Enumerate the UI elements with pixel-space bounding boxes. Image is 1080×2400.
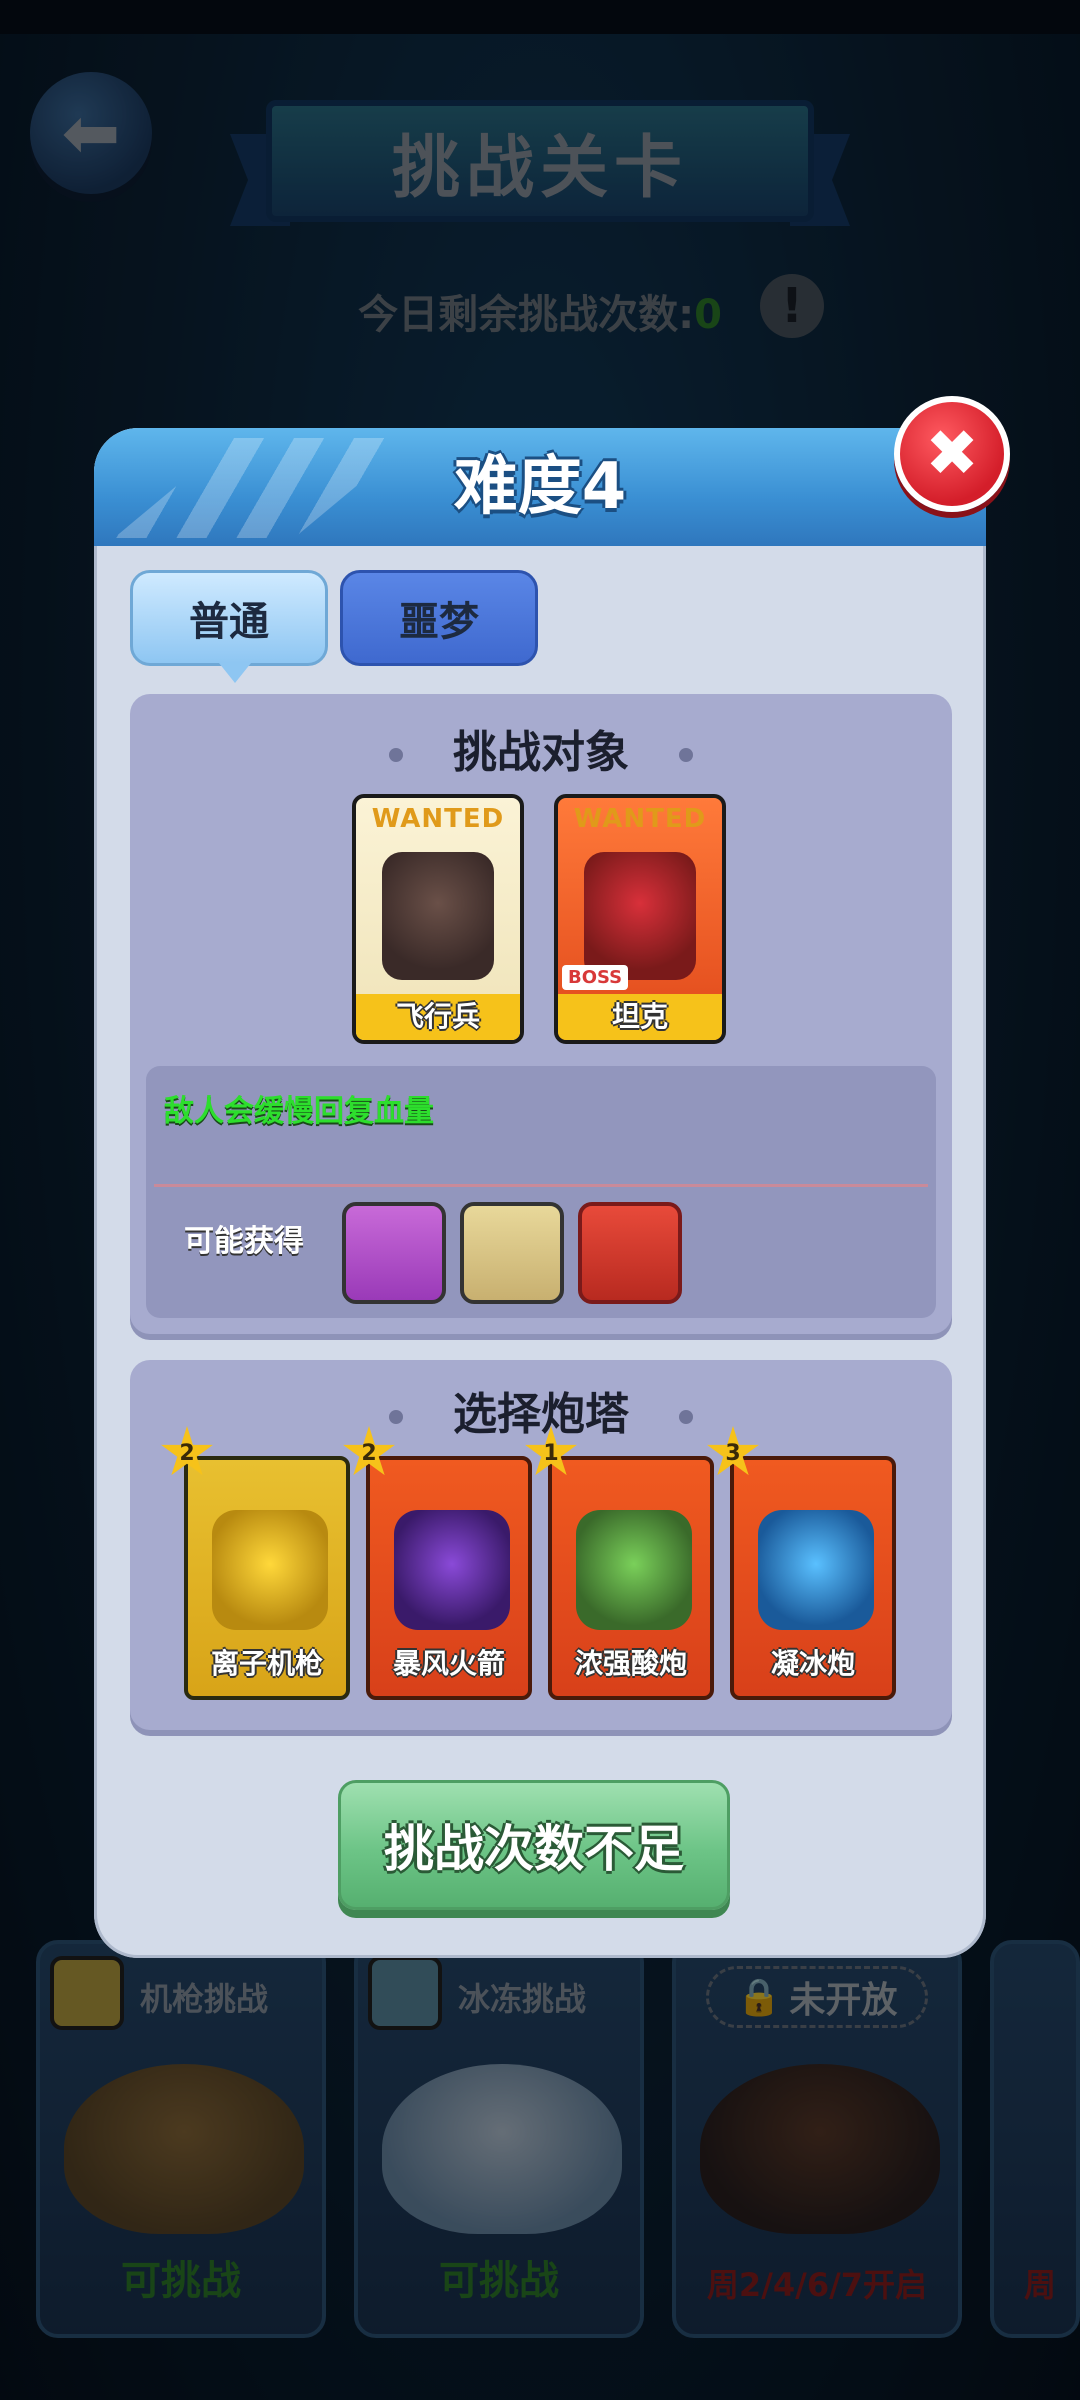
towers-title: 选择炮塔 [130,1378,952,1442]
tank-icon [584,852,696,980]
title-dot-left [389,748,403,762]
tower-card-acid-cannon[interactable]: 浓强酸炮 [548,1456,714,1700]
flyer-soldier-icon [382,852,494,980]
challenge-button-label: 挑战次数不足 [384,1820,684,1878]
ion-gun-icon [212,1510,328,1630]
enemy-name: 坦克 [558,994,722,1040]
tab-normal[interactable]: 普通 [130,570,328,683]
tower-name: 凝冰炮 [770,1647,855,1680]
enemy-card-flyer[interactable]: WANTED 飞行兵 [352,794,524,1044]
reward-turret-red-icon[interactable] [578,1202,682,1304]
tab-nightmare[interactable]: 噩梦 [340,570,538,666]
wanted-header: WANTED [371,804,505,834]
tower-name: 暴风火箭 [392,1647,505,1680]
targets-title: 挑战对象 [130,716,952,780]
challenge-button[interactable]: 挑战次数不足 [338,1780,730,1910]
title-dot-right [679,748,693,762]
reward-label: 可能获得 [184,1224,304,1259]
towers-panel: 选择炮塔 离子机枪 2 暴风火箭 2 浓强酸炮 1 凝冰炮 3 [130,1360,952,1730]
acid-cannon-icon [576,1510,692,1630]
tower-card-ice-cannon[interactable]: 凝冰炮 [730,1456,896,1700]
targets-info-box: 敌人会缓慢回复血量 可能获得 [146,1066,936,1318]
title-dot-right [679,1410,693,1424]
modal-header: 难度4 [94,428,986,546]
reward-turret-purple-icon[interactable] [342,1202,446,1304]
storm-rocket-icon [394,1510,510,1630]
divider [154,1184,928,1187]
tower-card-ion-gun[interactable]: 离子机枪 [184,1456,350,1700]
tab-label: 普通 [189,599,269,645]
close-icon: ✖ [925,417,979,491]
tower-card-storm-rocket[interactable]: 暴风火箭 [366,1456,532,1700]
ice-cannon-icon [758,1510,874,1630]
reward-turret-gold-icon[interactable] [460,1202,564,1304]
modal-title: 难度4 [453,450,627,524]
enemy-name: 飞行兵 [356,994,520,1040]
tower-name: 浓强酸炮 [574,1647,687,1680]
title-dot-left [389,1410,403,1424]
difficulty-modal: 难度4 普通 噩梦 挑战对象 WANTED 飞行兵 WANTED BOSS 坦克… [94,428,986,1958]
boss-tag: BOSS [562,965,629,990]
tab-label: 噩梦 [399,599,479,645]
close-button[interactable]: ✖ [894,396,1010,512]
tower-name: 离子机枪 [210,1647,323,1680]
targets-panel: 挑战对象 WANTED 飞行兵 WANTED BOSS 坦克 敌人会缓慢回复血量… [130,694,952,1334]
wanted-header: WANTED [573,804,707,834]
enemy-effect-note: 敌人会缓慢回复血量 [164,1094,434,1129]
enemy-card-tank[interactable]: WANTED BOSS 坦克 [554,794,726,1044]
